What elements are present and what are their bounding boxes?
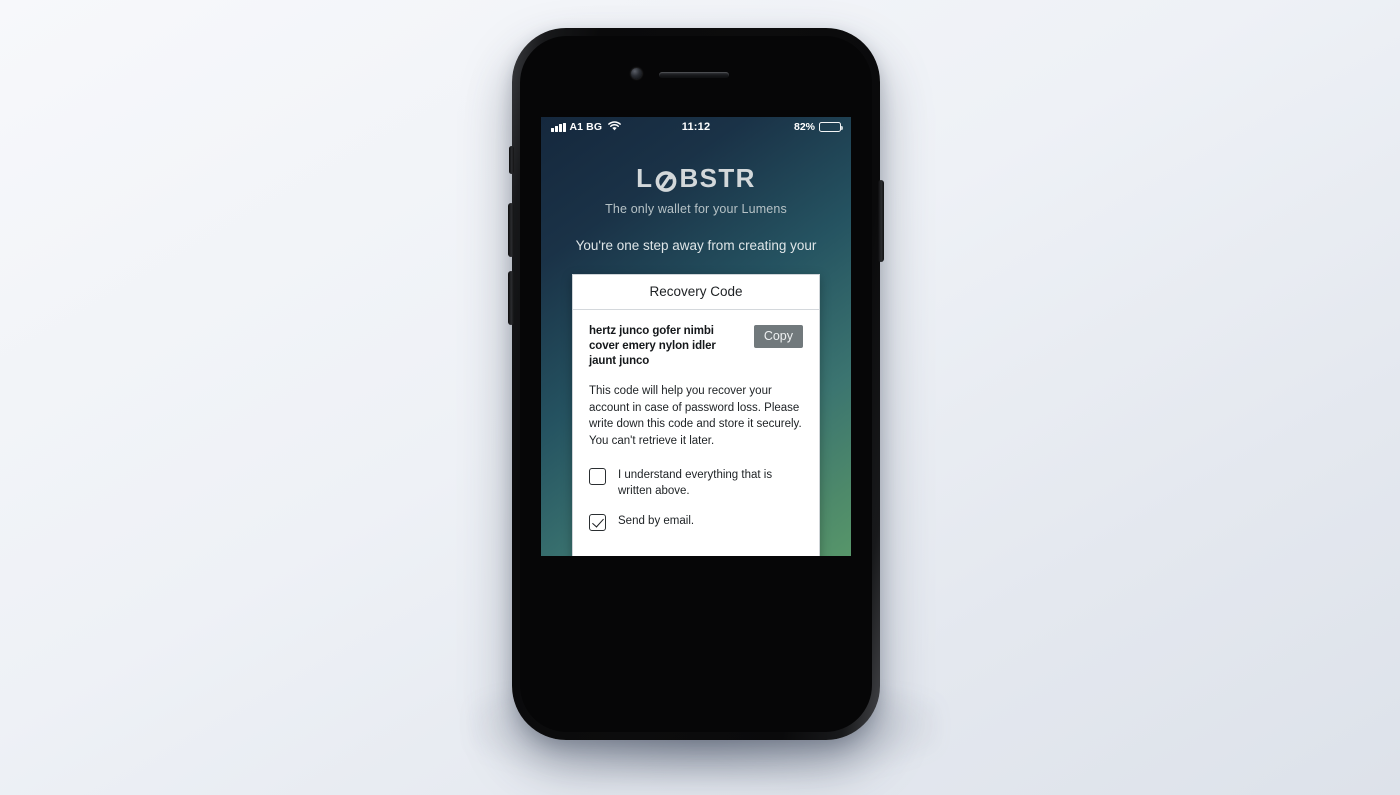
volume-up-button[interactable] bbox=[508, 203, 514, 257]
volume-down-button[interactable] bbox=[508, 271, 514, 325]
ok-button[interactable]: OK bbox=[671, 555, 721, 556]
send-by-email-checkbox-label: Send by email. bbox=[618, 515, 695, 527]
screen-heading: You're one step away from creating your bbox=[575, 238, 817, 253]
status-bar-right: 82% bbox=[793, 121, 844, 133]
status-bar: A1 BG 11:12 82% bbox=[541, 117, 851, 137]
logo-text-suffix: BSTR bbox=[679, 163, 756, 193]
phone-screen: A1 BG 11:12 82% L BSTR The only wallet f… bbox=[541, 117, 851, 556]
battery-percent-label: 82% bbox=[793, 121, 815, 133]
copy-button[interactable]: Copy bbox=[753, 325, 803, 348]
send-by-email-checkbox[interactable] bbox=[589, 514, 606, 531]
understand-checkbox-label: I understand everything that is written … bbox=[618, 469, 773, 497]
understand-checkbox[interactable] bbox=[589, 468, 606, 485]
dialog-title: Recovery Code bbox=[573, 275, 819, 310]
silent-switch-button[interactable] bbox=[509, 146, 514, 174]
dialog-description: This code will help you recover your acc… bbox=[589, 385, 802, 447]
recovery-code-dialog: Recovery Code hertz junco gofer nimbi co… bbox=[572, 274, 820, 556]
front-camera-icon bbox=[631, 68, 642, 79]
phone-device: A1 BG 11:12 82% L BSTR The only wallet f… bbox=[508, 28, 884, 740]
checkbox-row-send-email[interactable]: Send by email. bbox=[589, 513, 803, 531]
app-tagline: The only wallet for your Lumens bbox=[605, 202, 787, 216]
recovery-code-row: hertz junco gofer nimbi cover emery nylo… bbox=[589, 324, 803, 369]
dialog-footer: OK bbox=[573, 545, 819, 556]
dialog-checkbox-group: I understand everything that is written … bbox=[589, 467, 803, 531]
checkbox-row-understand[interactable]: I understand everything that is written … bbox=[589, 467, 803, 499]
droplet-o-icon bbox=[655, 168, 677, 192]
recovery-code-text: hertz junco gofer nimbi cover emery nylo… bbox=[589, 325, 716, 367]
dialog-body: hertz junco gofer nimbi cover emery nylo… bbox=[573, 310, 819, 531]
power-button[interactable] bbox=[878, 180, 884, 262]
earpiece-speaker bbox=[659, 72, 729, 78]
page-background: A1 BG 11:12 82% L BSTR The only wallet f… bbox=[0, 0, 1400, 795]
battery-icon bbox=[819, 121, 844, 133]
logo-text-prefix: L bbox=[636, 163, 654, 193]
lobstr-logo: L BSTR bbox=[541, 163, 851, 194]
app-branding: L BSTR The only wallet for your Lumens bbox=[541, 163, 851, 216]
